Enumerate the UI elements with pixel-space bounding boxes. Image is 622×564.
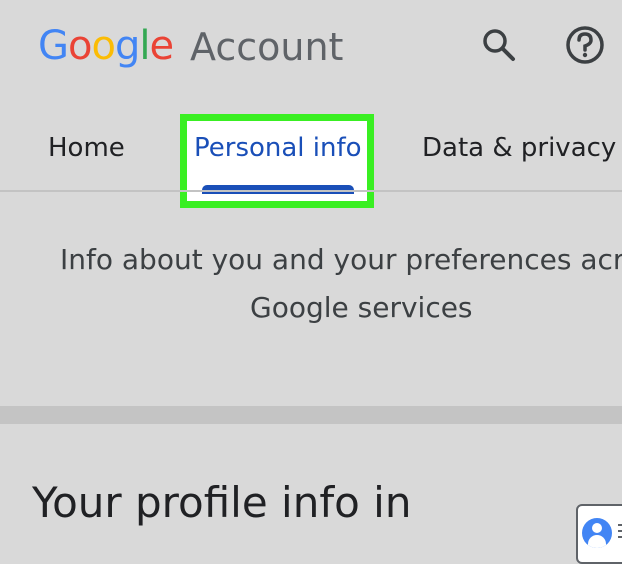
tabs-divider: [0, 190, 622, 192]
app-title: Account: [190, 25, 344, 69]
logo-letter-o2: o: [91, 23, 116, 69]
list-lines-icon: [618, 524, 622, 542]
search-icon: [483, 29, 515, 61]
app-header: Google Account: [0, 0, 622, 100]
help-button[interactable]: [562, 22, 608, 68]
logo-letter-g: G: [38, 23, 69, 69]
google-logo: Google: [38, 18, 174, 74]
tab-personal-info[interactable]: Personal info: [194, 130, 362, 166]
profile-card: Your profile info in: [0, 424, 622, 564]
profile-illustration: [576, 504, 622, 564]
search-button[interactable]: [476, 22, 522, 68]
profile-heading: Your profile info in: [32, 478, 412, 527]
logo-letter-e: e: [149, 23, 174, 69]
section-divider: [0, 406, 622, 424]
intro-section: Info about you and your preferences acro…: [0, 236, 622, 346]
intro-text-line1: Info about you and your preferences acro: [60, 243, 622, 276]
help-icon: [566, 26, 604, 64]
avatar-icon: [582, 518, 612, 548]
tab-home[interactable]: Home: [48, 130, 125, 166]
logo-letter-g2: g: [114, 23, 140, 69]
nav-tabs: Home Personal info Data & privacy: [0, 110, 622, 190]
logo-letter-o1: o: [68, 23, 93, 69]
intro-text-line2: Google services: [250, 291, 473, 324]
tab-data-privacy[interactable]: Data & privacy: [422, 130, 616, 166]
logo-letter-l: l: [139, 23, 150, 69]
